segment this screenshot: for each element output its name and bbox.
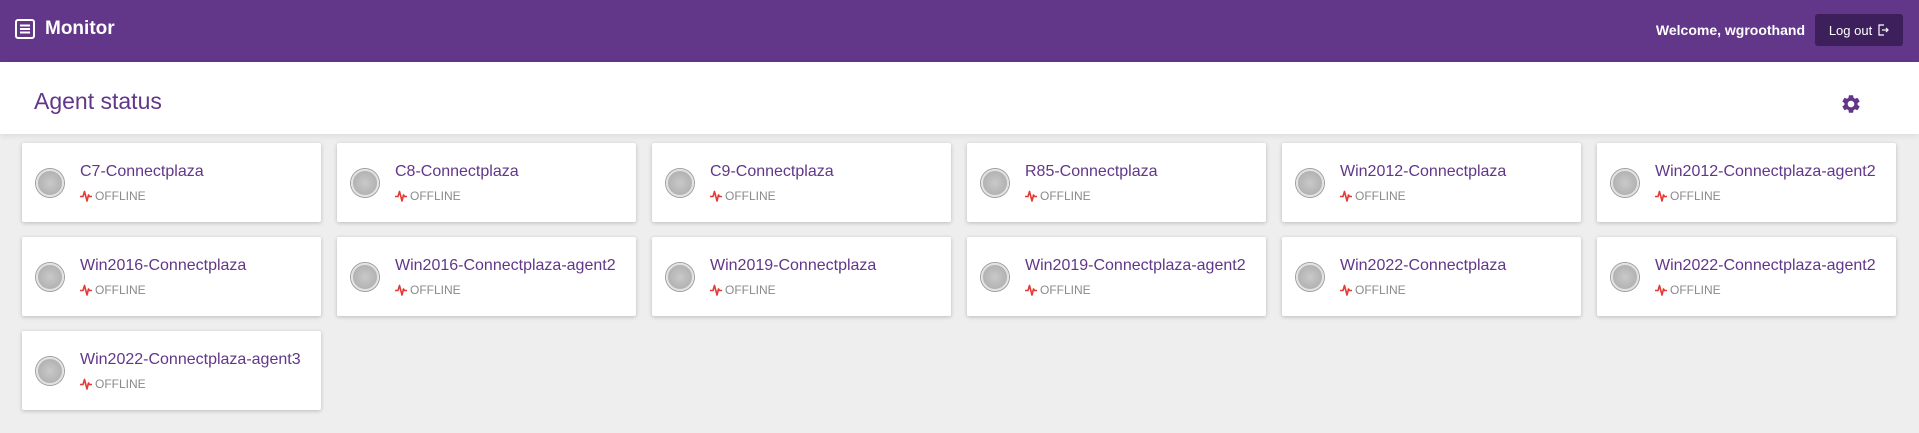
- activity-pulse-icon: [1655, 284, 1667, 296]
- agent-status-indicator: [666, 263, 694, 291]
- agent-status: OFFLINE: [710, 283, 776, 297]
- agent-card[interactable]: Win2019-Connectplaza-agent2 OFFLINE: [967, 237, 1266, 316]
- agent-status: OFFLINE: [80, 377, 146, 391]
- page-header: Agent status: [0, 62, 1919, 134]
- agent-status-content: C7-Connectplaza OFFLINE C8-Connectplaza …: [0, 134, 1919, 433]
- agent-status-indicator: [666, 169, 694, 197]
- agent-name: Win2022-Connectplaza: [1340, 257, 1507, 274]
- agent-card[interactable]: Win2016-Connectplaza-agent2 OFFLINE: [337, 237, 636, 316]
- agent-status: OFFLINE: [1025, 283, 1091, 297]
- agent-card[interactable]: C9-Connectplaza OFFLINE: [652, 143, 951, 222]
- agent-card[interactable]: R85-Connectplaza OFFLINE: [967, 143, 1266, 222]
- agent-status-text: OFFLINE: [1670, 283, 1721, 297]
- agent-status: OFFLINE: [710, 189, 776, 203]
- agent-name: Win2012-Connectplaza-agent2: [1655, 163, 1876, 180]
- agent-status-text: OFFLINE: [95, 283, 146, 297]
- agent-card[interactable]: Win2016-Connectplaza OFFLINE: [22, 237, 321, 316]
- agent-status-indicator: [981, 169, 1009, 197]
- activity-pulse-icon: [1025, 190, 1037, 202]
- agent-status: OFFLINE: [80, 283, 146, 297]
- agent-card[interactable]: C7-Connectplaza OFFLINE: [22, 143, 321, 222]
- activity-pulse-icon: [1340, 190, 1352, 202]
- agent-status-text: OFFLINE: [95, 189, 146, 203]
- agent-status-text: OFFLINE: [1355, 283, 1406, 297]
- agent-status-text: OFFLINE: [410, 189, 461, 203]
- agent-card[interactable]: C8-Connectplaza OFFLINE: [337, 143, 636, 222]
- agent-status: OFFLINE: [1340, 283, 1406, 297]
- agent-status-text: OFFLINE: [1670, 189, 1721, 203]
- activity-pulse-icon: [80, 190, 92, 202]
- agent-status-text: OFFLINE: [1040, 283, 1091, 297]
- agent-status-indicator: [36, 169, 64, 197]
- activity-pulse-icon: [710, 284, 722, 296]
- agent-status-indicator: [1611, 169, 1639, 197]
- activity-pulse-icon: [395, 190, 407, 202]
- agent-status: OFFLINE: [1025, 189, 1091, 203]
- agent-status-indicator: [1296, 169, 1324, 197]
- agent-status-text: OFFLINE: [725, 283, 776, 297]
- activity-pulse-icon: [80, 378, 92, 390]
- agent-status-indicator: [1296, 263, 1324, 291]
- agent-status-indicator: [36, 357, 64, 385]
- agent-status-indicator: [36, 263, 64, 291]
- activity-pulse-icon: [710, 190, 722, 202]
- list-icon[interactable]: [15, 19, 35, 39]
- welcome-text: Welcome, wgroothand: [1655, 22, 1805, 38]
- agent-name: Win2016-Connectplaza: [80, 257, 247, 274]
- activity-pulse-icon: [1655, 190, 1667, 202]
- agent-status-text: OFFLINE: [95, 377, 146, 391]
- agent-card[interactable]: Win2022-Connectplaza OFFLINE: [1282, 237, 1581, 316]
- app-title: Monitor: [45, 18, 115, 39]
- agent-status-indicator: [351, 169, 379, 197]
- logout-icon: [1878, 24, 1890, 36]
- agent-status: OFFLINE: [1340, 189, 1406, 203]
- agent-card[interactable]: Win2012-Connectplaza-agent2 OFFLINE: [1597, 143, 1896, 222]
- agent-name: Win2016-Connectplaza-agent2: [395, 257, 616, 274]
- agent-card[interactable]: Win2022-Connectplaza-agent2 OFFLINE: [1597, 237, 1896, 316]
- agent-card[interactable]: Win2022-Connectplaza-agent3 OFFLINE: [22, 331, 321, 410]
- activity-pulse-icon: [395, 284, 407, 296]
- logout-button[interactable]: Log out: [1815, 14, 1903, 46]
- agent-name: Win2022-Connectplaza-agent3: [80, 351, 301, 368]
- agent-status-text: OFFLINE: [410, 283, 461, 297]
- agent-status: OFFLINE: [80, 189, 146, 203]
- agent-status: OFFLINE: [395, 189, 461, 203]
- agent-name: Win2019-Connectplaza: [710, 257, 877, 274]
- gear-icon[interactable]: [1840, 93, 1862, 115]
- activity-pulse-icon: [80, 284, 92, 296]
- agent-status-indicator: [1611, 263, 1639, 291]
- agent-name: Win2019-Connectplaza-agent2: [1025, 257, 1246, 274]
- agent-status: OFFLINE: [1655, 283, 1721, 297]
- top-app-bar: Monitor Welcome, wgroothand Log out: [0, 0, 1919, 62]
- activity-pulse-icon: [1025, 284, 1037, 296]
- agent-status-indicator: [351, 263, 379, 291]
- page-title: Agent status: [34, 88, 162, 114]
- agent-name: Win2012-Connectplaza: [1340, 163, 1507, 180]
- agent-name: R85-Connectplaza: [1025, 163, 1158, 180]
- agent-status: OFFLINE: [1655, 189, 1721, 203]
- agent-status-text: OFFLINE: [1355, 189, 1406, 203]
- agent-card[interactable]: Win2019-Connectplaza OFFLINE: [652, 237, 951, 316]
- agent-status-indicator: [981, 263, 1009, 291]
- agent-status-text: OFFLINE: [1040, 189, 1091, 203]
- logout-label: Log out: [1828, 22, 1873, 38]
- agent-name: C7-Connectplaza: [80, 163, 204, 180]
- agent-card[interactable]: Win2012-Connectplaza OFFLINE: [1282, 143, 1581, 222]
- agent-status: OFFLINE: [395, 283, 461, 297]
- agent-name: C8-Connectplaza: [395, 163, 519, 180]
- agent-grid: C7-Connectplaza OFFLINE C8-Connectplaza …: [22, 143, 1896, 410]
- activity-pulse-icon: [1340, 284, 1352, 296]
- agent-name: Win2022-Connectplaza-agent2: [1655, 257, 1876, 274]
- agent-status-text: OFFLINE: [725, 189, 776, 203]
- agent-name: C9-Connectplaza: [710, 163, 834, 180]
